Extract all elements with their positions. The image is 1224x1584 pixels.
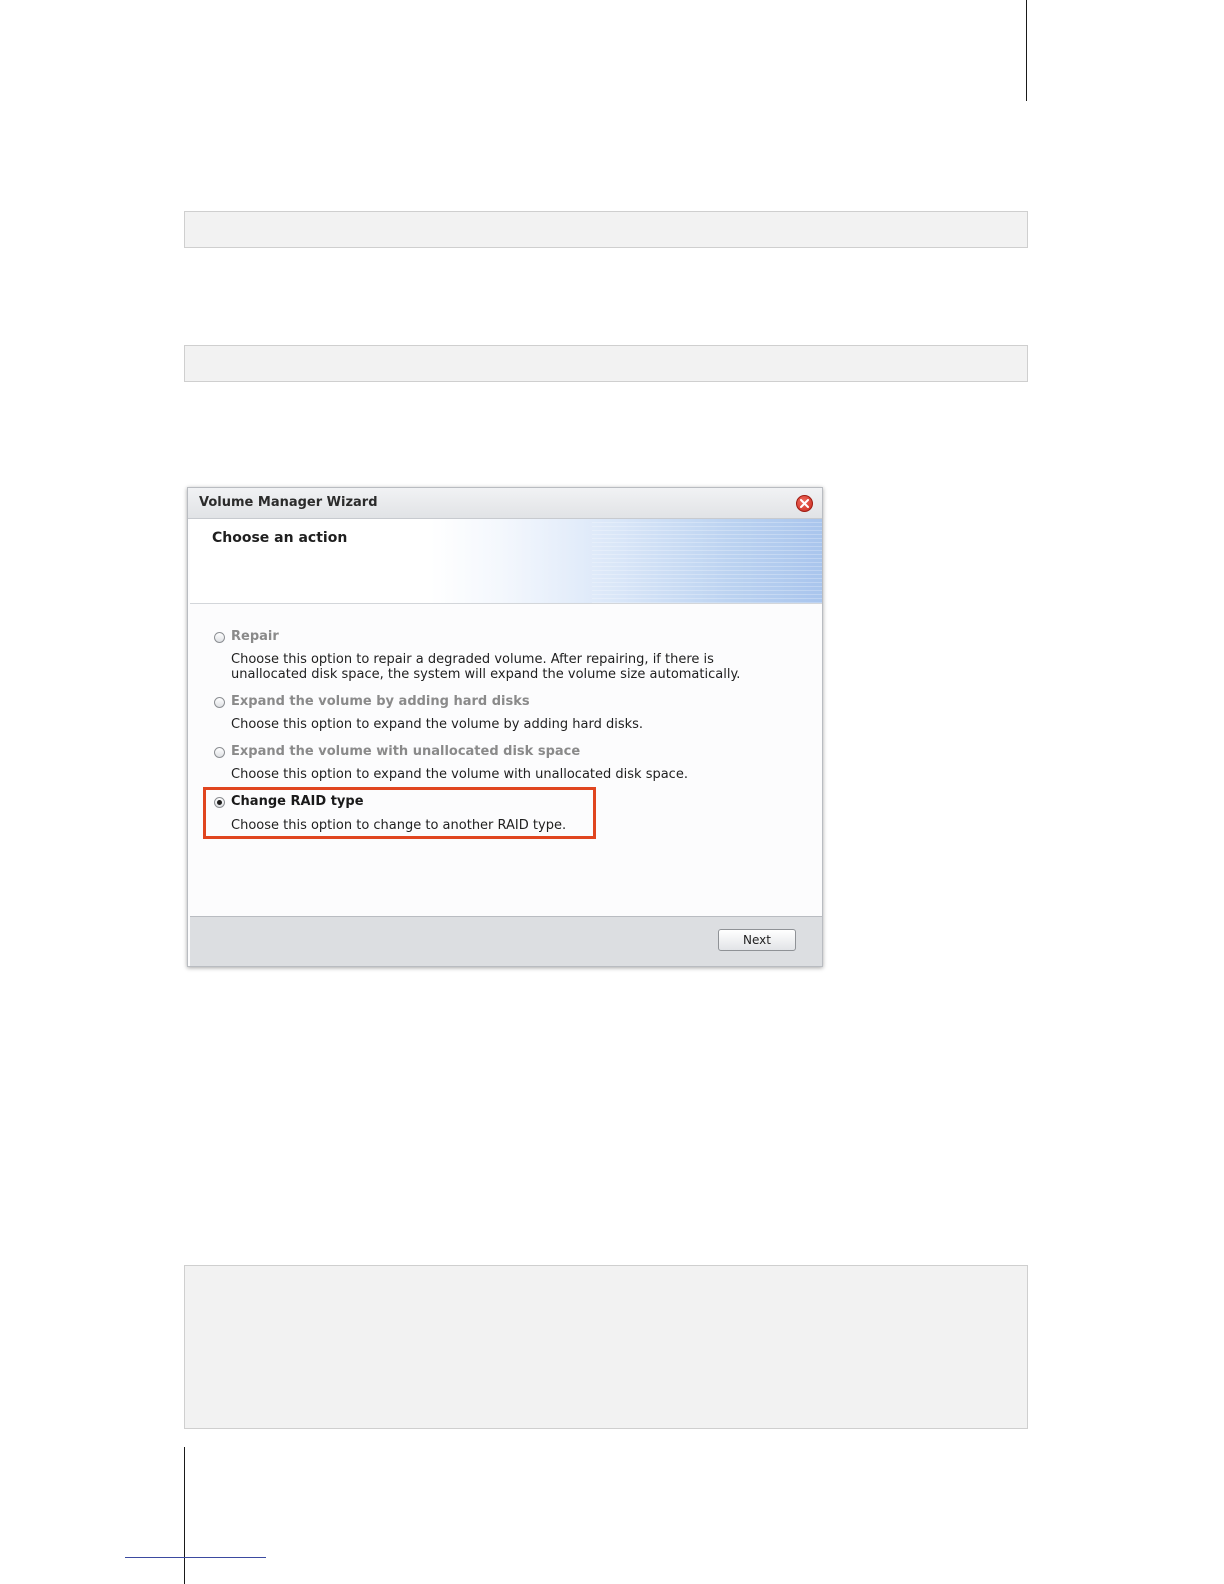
dialog-footer: Next [190, 916, 822, 966]
dialog-header-banner: Choose an action [190, 519, 822, 604]
dialog-title: Volume Manager Wizard [199, 495, 378, 510]
expand-add-disks-description: Choose this option to expand the volume … [231, 717, 644, 732]
expand-unallocated-description: Choose this option to expand the volume … [231, 767, 688, 782]
volume-manager-wizard-dialog: Volume Manager Wizard Choose an action R… [187, 487, 823, 967]
next-button[interactable]: Next [718, 929, 796, 951]
page-right-margin-line [1026, 0, 1027, 101]
change-raid-type-radio[interactable] [214, 797, 225, 808]
dialog-heading: Choose an action [212, 530, 348, 546]
dialog-titlebar: Volume Manager Wizard [188, 488, 822, 519]
repair-radio[interactable] [214, 632, 225, 643]
expand-unallocated-radio[interactable] [214, 747, 225, 758]
close-icon[interactable] [796, 495, 813, 512]
page-left-margin-line [184, 1447, 185, 1584]
expand-unallocated-label: Expand the volume with unallocated disk … [231, 744, 581, 759]
grey-box-2 [184, 345, 1028, 382]
grey-box-3 [184, 1265, 1028, 1429]
expand-add-disks-label: Expand the volume by adding hard disks [231, 694, 530, 709]
repair-description-line-1: Choose this option to repair a degraded … [231, 652, 714, 667]
change-raid-type-description: Choose this option to change to another … [231, 818, 567, 833]
repair-label: Repair [231, 629, 279, 644]
expand-add-disks-radio[interactable] [214, 697, 225, 708]
change-raid-type-label: Change RAID type [231, 794, 364, 809]
repair-description-line-2: unallocated disk space, the system will … [231, 667, 741, 682]
grey-box-1 [184, 211, 1028, 248]
footnote-rule [125, 1557, 266, 1558]
